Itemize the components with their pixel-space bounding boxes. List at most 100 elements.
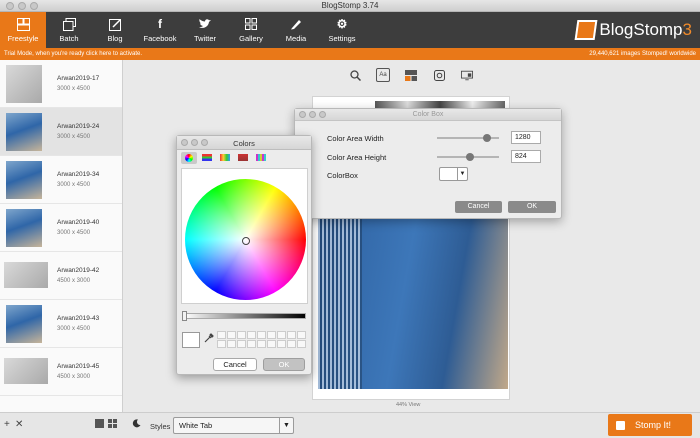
brightness-slider-knob[interactable] [182,311,187,321]
swatch-slot[interactable] [237,340,246,348]
tab-image-palettes[interactable] [235,152,251,164]
height-field[interactable]: 824 [511,150,541,163]
toolbar-settings-button[interactable]: ⚙ Settings [320,12,364,48]
colors-cancel-button[interactable]: Cancel [213,358,257,371]
tab-color-palettes[interactable] [217,152,233,164]
toolbar-media-button[interactable]: Media [276,12,316,48]
color-wheel-cursor[interactable] [242,237,250,245]
image-thumbnail [6,161,42,199]
colors-ok-button[interactable]: OK [263,358,305,371]
gallery-icon [244,17,258,31]
swatch-slot[interactable] [227,340,236,348]
styles-select[interactable]: White Tab ▼ [173,417,294,434]
dark-mode-icon[interactable] [132,419,141,431]
image-thumbnail [4,358,48,384]
styles-label: Styles [150,422,171,431]
instagram-icon[interactable] [432,68,446,82]
toolbar-gallery-label: Gallery [239,34,263,43]
image-dimensions: 3000 x 4500 [57,86,91,92]
image-name: Arwan2019-24 [57,123,100,130]
facebook-icon: f [158,17,162,31]
swatch-slot[interactable] [227,331,236,339]
swatch-slot[interactable] [247,331,256,339]
swatch-slot[interactable] [297,340,306,348]
swatch-slot[interactable] [287,340,296,348]
swatch-slot[interactable] [237,331,246,339]
list-item[interactable]: Arwan2019-42 4500 x 3000 [0,252,122,300]
color-palettes-icon [220,154,230,161]
brightness-slider[interactable] [183,313,306,319]
list-item[interactable]: Arwan2019-34 3000 x 4500 [0,156,122,204]
colorbox-label: ColorBox [327,171,358,180]
tab-color-wheel[interactable] [181,152,197,164]
twitter-icon [198,17,212,31]
main-toolbar: Freestyle Batch Blog f Facebook Twitter … [0,12,700,48]
swatch-slot[interactable] [217,331,226,339]
width-slider-knob[interactable] [483,134,491,142]
toolbar-gallery-button[interactable]: Gallery [230,12,272,48]
width-field[interactable]: 1280 [511,131,541,144]
search-icon[interactable] [348,68,362,82]
add-icon[interactable]: + [4,419,10,430]
list-item[interactable]: Arwan2019-45 4500 x 3000 [0,348,122,396]
toolbar-batch-button[interactable]: Batch [48,12,90,48]
list-item[interactable]: Arwan2019-43 3000 x 4500 [0,300,122,348]
swatch-slot[interactable] [257,340,266,348]
image-palettes-icon [238,154,248,161]
image-dimensions: 3000 x 4500 [57,326,91,332]
stomp-icon [616,420,625,430]
screen-preview-icon[interactable] [460,68,474,82]
custom-swatches [217,331,306,348]
text-icon[interactable]: Aa [376,68,390,82]
current-color-swatch[interactable] [182,332,200,348]
image-dimensions: 3000 x 4500 [57,134,91,140]
photo-preview [318,217,508,389]
color-wheel-area [181,168,308,304]
tab-color-sliders[interactable] [199,152,215,164]
image-dimensions: 3000 x 4500 [57,230,91,236]
colorbox-ok-button[interactable]: OK [508,201,556,213]
image-dimensions: 4500 x 3000 [57,374,91,380]
image-name: Arwan2019-34 [57,171,100,178]
toolbar-freestyle-button[interactable]: Freestyle [0,12,46,48]
swatch-slot[interactable] [247,340,256,348]
chevron-down-icon: ▼ [279,418,293,433]
height-slider-knob[interactable] [466,153,474,161]
swatch-slot[interactable] [257,331,266,339]
toolbar-batch-label: Batch [59,34,79,43]
image-thumbnail [6,305,42,343]
swatch-slot[interactable] [297,331,306,339]
image-name: Arwan2019-40 [57,219,100,226]
stomp-it-button[interactable]: Stomp It! [608,414,692,436]
trial-banner[interactable]: Trial Mode, when you're ready click here… [0,48,700,60]
list-item[interactable]: Arwan2019-24 3000 x 4500 [0,108,122,156]
single-view-icon[interactable] [95,419,104,431]
image-thumbnail [6,65,42,103]
toolbar-blog-label: Blog [107,34,123,43]
list-item[interactable]: Arwan2019-17 3000 x 4500 [0,60,122,108]
toolbar-blog-button[interactable]: Blog [94,12,136,48]
swatch-slot[interactable] [267,331,276,339]
colorbox-color-picker[interactable]: ▼ [439,167,468,181]
width-label: Color Area Width [327,134,384,143]
eyedropper-icon[interactable] [204,333,214,346]
swatch-slot[interactable] [217,340,226,348]
swatch-slot[interactable] [287,331,296,339]
toolbar-media-label: Media [285,34,307,43]
layout-icon[interactable] [404,68,418,82]
batch-icon [62,17,76,31]
toolbar-facebook-button[interactable]: f Facebook [138,12,182,48]
tab-pencils[interactable] [253,152,269,164]
swatch-slot[interactable] [267,340,276,348]
blogstomp-logo: BlogStomp 3 [574,18,692,42]
colorbox-cancel-button[interactable]: Cancel [455,201,502,213]
list-item[interactable]: Arwan2019-40 3000 x 4500 [0,204,122,252]
swatch-slot[interactable] [277,340,286,348]
remove-icon[interactable]: ✕ [15,419,23,430]
trial-message[interactable]: Trial Mode, when you're ready click here… [4,48,142,60]
color-sliders-icon [202,154,212,161]
grid-view-icon[interactable] [108,419,117,431]
zoom-level: 44% View [396,402,421,408]
swatch-slot[interactable] [277,331,286,339]
toolbar-twitter-button[interactable]: Twitter [184,12,226,48]
